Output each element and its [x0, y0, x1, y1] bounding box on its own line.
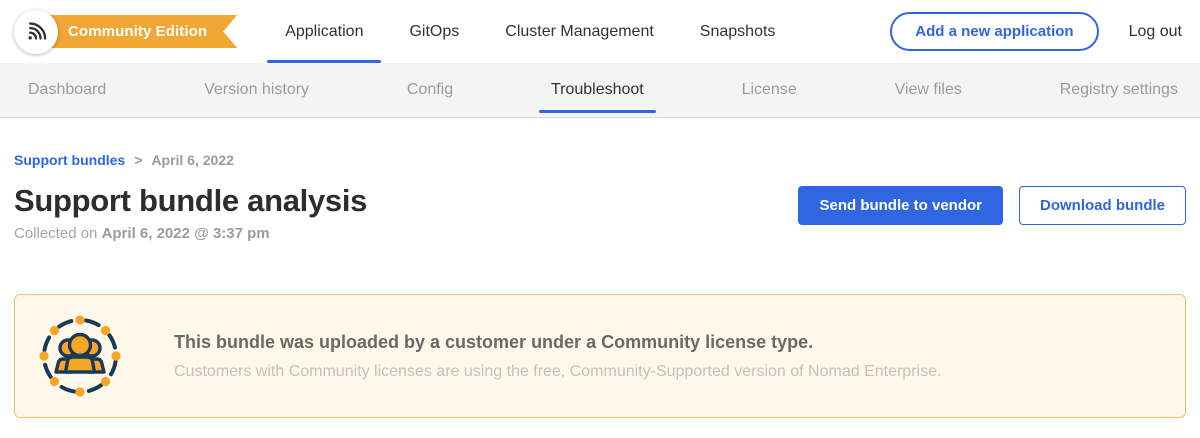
banner-heading: This bundle was uploaded by a customer u…: [174, 332, 941, 353]
community-license-banner: This bundle was uploaded by a customer u…: [14, 294, 1186, 418]
main-nav: Application GitOps Cluster Management Sn…: [285, 0, 775, 63]
title-row: Support bundle analysis Collected on Apr…: [14, 184, 1186, 242]
page-title: Support bundle analysis: [14, 184, 367, 218]
breadcrumb: Support bundles > April 6, 2022: [14, 152, 1186, 168]
replicated-logo[interactable]: [14, 10, 58, 54]
banner-text: This bundle was uploaded by a customer u…: [174, 332, 941, 381]
collected-prefix: Collected on: [14, 225, 102, 242]
tab-cluster-management[interactable]: Cluster Management: [505, 0, 654, 63]
subnav-view-files[interactable]: View files: [895, 63, 962, 117]
download-bundle-button[interactable]: Download bundle: [1019, 186, 1186, 225]
banner-subtext: Customers with Community licenses are us…: [174, 363, 941, 381]
page-content: Support bundles > April 6, 2022 Support …: [0, 152, 1200, 418]
collected-timestamp: Collected on April 6, 2022 @ 3:37 pm: [14, 225, 367, 242]
subnav-license[interactable]: License: [742, 63, 797, 117]
tab-gitops[interactable]: GitOps: [409, 0, 459, 63]
app-subnav: Dashboard Version history Config Trouble…: [0, 63, 1200, 118]
breadcrumb-separator: >: [134, 152, 142, 168]
breadcrumb-current: April 6, 2022: [151, 152, 234, 168]
logout-link[interactable]: Log out: [1129, 23, 1182, 41]
tab-snapshots[interactable]: Snapshots: [700, 0, 776, 63]
community-group-icon: [39, 315, 121, 397]
subnav-config[interactable]: Config: [407, 63, 453, 117]
title-block: Support bundle analysis Collected on Apr…: [14, 184, 367, 242]
brand: Community Edition: [14, 10, 237, 54]
subnav-dashboard[interactable]: Dashboard: [28, 63, 106, 117]
replicated-logo-icon: [23, 19, 49, 45]
subnav-troubleshoot[interactable]: Troubleshoot: [551, 63, 644, 117]
tab-application[interactable]: Application: [285, 0, 363, 63]
subnav-version-history[interactable]: Version history: [204, 63, 309, 117]
breadcrumb-support-bundles-link[interactable]: Support bundles: [14, 152, 125, 168]
top-header: Community Edition Application GitOps Clu…: [0, 0, 1200, 63]
add-new-application-button[interactable]: Add a new application: [890, 12, 1098, 51]
community-edition-ribbon: Community Edition: [44, 15, 237, 48]
send-bundle-to-vendor-button[interactable]: Send bundle to vendor: [798, 186, 1003, 225]
subnav-registry-settings[interactable]: Registry settings: [1060, 63, 1178, 117]
collected-date: April 6, 2022 @ 3:37 pm: [102, 225, 270, 242]
bundle-actions: Send bundle to vendor Download bundle: [798, 186, 1186, 225]
